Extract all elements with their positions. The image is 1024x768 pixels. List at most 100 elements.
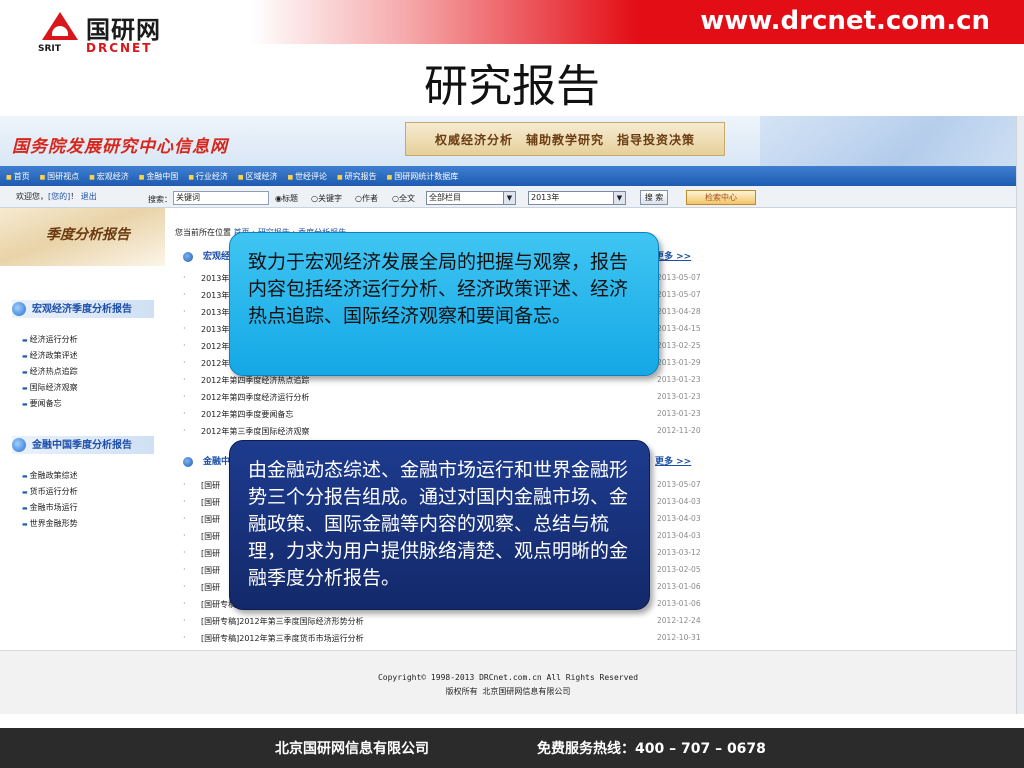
column-select[interactable]: 全部栏目 ▼	[426, 191, 516, 205]
report-title[interactable]: [国研	[201, 565, 220, 576]
radio-keyword[interactable]: ○关键字	[311, 193, 342, 204]
globe-icon	[12, 302, 26, 316]
bottom-bar: 北京国研网信息有限公司 免费服务热线：400 – 707 – 0678	[0, 728, 1024, 768]
bullet-dot: ·	[183, 531, 186, 540]
report-date: 2013-04-28	[657, 307, 701, 316]
bullet-dot: ·	[183, 565, 186, 574]
search-label: 搜索：	[148, 195, 172, 204]
bullet-dot: ·	[183, 358, 186, 367]
nav-item-macro[interactable]: 宏观经济	[89, 171, 129, 182]
main-nav: 首页 国研视点 宏观经济 金融中国 行业经济 区域经济 世经评论 研究报告 国研…	[0, 166, 1016, 186]
list-item[interactable]: · [国研专稿]2012年第三季度国际经济形势分析 2012-12-24	[183, 616, 703, 628]
report-date: 2013-01-23	[657, 409, 701, 418]
nav-item-region[interactable]: 区域经济	[238, 171, 277, 182]
report-date: 2013-04-03	[657, 531, 701, 540]
bullet-dot: ·	[183, 633, 186, 642]
bullet-dot: ·	[183, 341, 186, 350]
list-item[interactable]: · [国研专稿]2012年第三季度货币市场运行分析 2012-10-31	[183, 633, 703, 645]
hotline: 免费服务热线：400 – 707 – 0678	[537, 741, 766, 757]
report-date: 2013-04-03	[657, 514, 701, 523]
report-date: 2012-11-20	[657, 426, 701, 435]
report-date: 2013-04-03	[657, 497, 701, 506]
report-date: 2013-05-07	[657, 480, 701, 489]
list-item[interactable]: · 2012年第三季度国际经济观察 2012-11-20	[183, 426, 703, 438]
report-date: 2013-02-25	[657, 341, 701, 350]
nav-item-world[interactable]: 世经评论	[287, 171, 327, 182]
search-input[interactable]: 关键词	[173, 191, 269, 205]
bullet-dot: ·	[183, 514, 186, 523]
report-title[interactable]: [国研专稿]2012年第三季度国际经济形势分析	[201, 616, 364, 627]
sidebar-item[interactable]: 经济热点追踪	[22, 366, 78, 377]
report-title[interactable]: [国研专稿]2012年第三季度货币市场运行分析	[201, 633, 364, 644]
sidebar-section-finance[interactable]: 金融中国季度分析报告	[12, 436, 154, 454]
nav-item-view[interactable]: 国研视点	[40, 171, 79, 182]
report-title[interactable]: [国研	[201, 514, 220, 525]
website-screenshot: 国务院发展研究中心信息网 权威经济分析 辅助教学研究 指导投资决策 首页 国研视…	[0, 116, 1024, 714]
sidebar-item[interactable]: 经济运行分析	[22, 334, 78, 345]
list-item[interactable]: · 2012年第四季度经济热点追踪 2013-01-23	[183, 375, 703, 387]
report-title[interactable]: [国研	[201, 548, 220, 559]
report-title[interactable]: 2012年	[201, 341, 229, 352]
list-item[interactable]: · 2012年第四季度要闻备忘 2013-01-23	[183, 409, 703, 421]
sidebar-item[interactable]: 金融市场运行	[22, 502, 78, 513]
callout-finance-description: 由金融动态综述、金融市场运行和世界金融形势三个分报告组成。通过对国内金融市场、金…	[229, 440, 650, 610]
copyright: Copyright© 1998-2013 DRCnet.com.cn All R…	[377, 673, 639, 682]
bullet-dot: ·	[183, 480, 186, 489]
user-link[interactable]: [您的]	[48, 192, 70, 201]
nav-item-industry[interactable]: 行业经济	[188, 171, 228, 182]
bullet-dot: ·	[183, 324, 186, 333]
welcome-text: 欢迎您，[您的]！ 退出	[16, 192, 97, 201]
site-title[interactable]: 国务院发展研究中心信息网	[12, 132, 228, 157]
report-title[interactable]: [国研	[201, 582, 220, 593]
bullet-dot: ·	[183, 497, 186, 506]
report-title[interactable]: 2012年	[201, 358, 229, 369]
more-link[interactable]: 更多 >>	[655, 249, 691, 262]
nav-item-report[interactable]: 研究报告	[337, 171, 377, 182]
radio-fulltext[interactable]: ○全文	[392, 193, 415, 204]
more-link[interactable]: 更多 >>	[655, 454, 691, 467]
report-title[interactable]: 2013年	[201, 307, 229, 318]
bullet-dot: ·	[183, 375, 186, 384]
nav-item-home[interactable]: 首页	[6, 171, 30, 182]
search-toolbar: 欢迎您，[您的]！ 退出 搜索： 关键词 ◉标题 ○关键字 ○作者 ○全文 全部…	[0, 186, 1016, 208]
report-title[interactable]: [国研	[201, 531, 220, 542]
radio-title[interactable]: ◉标题	[275, 193, 298, 204]
report-date: 2013-04-15	[657, 324, 701, 333]
sidebar-item[interactable]: 国际经济观察	[22, 382, 78, 393]
report-date: 2013-01-23	[657, 392, 701, 401]
sidebar-item[interactable]: 经济政策评述	[22, 350, 78, 361]
list-item[interactable]: · 2012年第四季度经济运行分析 2013-01-23	[183, 392, 703, 404]
copyright-owner: 版权所有 北京国研网信息有限公司	[445, 687, 571, 696]
globe-icon	[12, 438, 26, 452]
report-title[interactable]: 2013年	[201, 324, 229, 335]
presentation-slide: 国研网 SRIT DRCNET www.drcnet.com.cn 研究报告 国…	[0, 0, 1024, 768]
site-footer: Copyright© 1998-2013 DRCnet.com.cn All R…	[0, 650, 1016, 714]
report-title[interactable]: 2012年第四季度经济热点追踪	[201, 375, 309, 386]
nav-item-finance[interactable]: 金融中国	[139, 171, 178, 182]
bullet-dot: ·	[183, 307, 186, 316]
report-title[interactable]: 2012年第四季度经济运行分析	[201, 392, 309, 403]
radio-author[interactable]: ○作者	[355, 193, 378, 204]
report-date: 2013-05-07	[657, 290, 701, 299]
sidebar-item[interactable]: 货币运行分析	[22, 486, 78, 497]
search-button[interactable]: 搜 索	[640, 190, 668, 205]
report-title[interactable]: 2013年	[201, 290, 229, 301]
sidebar-item[interactable]: 金融政策综述	[22, 470, 78, 481]
report-title[interactable]: 2013年	[201, 273, 229, 284]
logout-link[interactable]: 退出	[81, 192, 97, 201]
report-date: 2012-10-31	[657, 633, 701, 642]
chevron-down-icon: ▼	[503, 192, 515, 204]
sidebar-section-macro[interactable]: 宏观经济季度分析报告	[12, 300, 154, 318]
report-title[interactable]: 2012年第三季度国际经济观察	[201, 426, 309, 437]
report-title[interactable]: 2012年第四季度要闻备忘	[201, 409, 293, 420]
report-title[interactable]: [国研	[201, 497, 220, 508]
search-center-button[interactable]: 检索中心	[686, 190, 756, 205]
sidebar-item[interactable]: 要闻备忘	[22, 398, 62, 409]
sidebar-item[interactable]: 世界金融形势	[22, 518, 78, 529]
nav-item-stats[interactable]: 国研网统计数据库	[387, 171, 458, 182]
year-select[interactable]: 2013年 ▼	[528, 191, 626, 205]
callout-macro-description: 致力于宏观经济发展全局的把握与观察，报告内容包括经济运行分析、经济政策评述、经济…	[229, 232, 659, 376]
vertical-scrollbar[interactable]	[1016, 116, 1024, 714]
report-title[interactable]: [国研	[201, 480, 220, 491]
bullet-icon	[183, 456, 193, 467]
